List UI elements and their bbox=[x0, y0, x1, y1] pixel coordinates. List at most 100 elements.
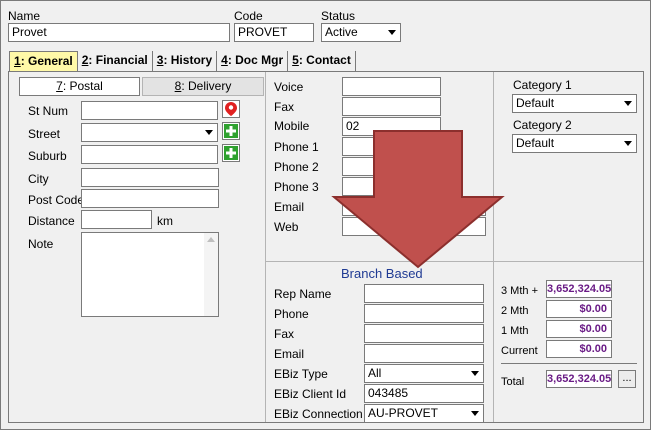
city-label: City bbox=[28, 172, 49, 186]
city-input[interactable] bbox=[81, 168, 219, 187]
aging-3mth-value: 3,652,324.05 bbox=[546, 280, 612, 298]
suburb-input[interactable] bbox=[81, 145, 218, 164]
name-input[interactable]: Provet bbox=[8, 23, 230, 42]
subtab-postal-key: 7 bbox=[56, 79, 63, 93]
category2-select[interactable]: Default bbox=[512, 134, 637, 153]
tab-doc-mgr[interactable]: 4: Doc Mgr bbox=[217, 51, 289, 71]
st-num-label: St Num bbox=[28, 104, 69, 118]
tab-history-label: : History bbox=[163, 53, 213, 67]
category1-value: Default bbox=[516, 96, 555, 110]
total-divider bbox=[501, 363, 637, 364]
phone3-label: Phone 3 bbox=[274, 180, 319, 194]
subtab-delivery[interactable]: 8: Delivery bbox=[142, 77, 264, 96]
aging-1mth-value: $0.00 bbox=[546, 320, 612, 338]
suburb-label: Suburb bbox=[28, 149, 67, 163]
status-select[interactable]: Active bbox=[321, 23, 401, 42]
fax-input[interactable] bbox=[342, 97, 441, 116]
ebiz-connection-select[interactable]: AU-PROVET bbox=[364, 404, 484, 423]
voice-label: Voice bbox=[274, 80, 304, 94]
aging-current-label: Current bbox=[501, 345, 538, 357]
ebiz-client-id-input[interactable]: 043485 bbox=[364, 384, 484, 403]
voice-input[interactable] bbox=[342, 77, 441, 96]
tab-doc-mgr-key: 4 bbox=[221, 53, 228, 67]
branch-fax-input[interactable] bbox=[364, 324, 484, 343]
distance-input[interactable] bbox=[81, 210, 152, 229]
tab-general-key: 1 bbox=[14, 54, 21, 68]
category2-label: Category 2 bbox=[513, 118, 572, 132]
aging-1mth-label: 1 Mth bbox=[501, 325, 529, 337]
post-code-input[interactable] bbox=[81, 189, 219, 208]
aging-total-value: 3,652,324.05 bbox=[546, 370, 612, 388]
plus-icon bbox=[224, 124, 238, 138]
code-input[interactable]: PROVET bbox=[234, 23, 314, 42]
note-textarea[interactable] bbox=[81, 232, 219, 317]
main-tabs: 1: General 2: Financial 3: History 4: Do… bbox=[9, 51, 356, 71]
scroll-up-icon bbox=[207, 237, 215, 242]
add-street-button[interactable] bbox=[222, 122, 240, 140]
tab-financial[interactable]: 2: Financial bbox=[78, 51, 153, 71]
chevron-down-icon bbox=[384, 24, 400, 41]
street-label: Street bbox=[28, 127, 61, 141]
branch-phone-label: Phone bbox=[274, 307, 309, 321]
aging-2mth-label: 2 Mth bbox=[501, 305, 529, 317]
status-label: Status bbox=[321, 9, 356, 23]
rep-name-input[interactable] bbox=[364, 284, 484, 303]
chevron-down-icon bbox=[620, 135, 636, 152]
chevron-down-icon bbox=[201, 124, 217, 141]
ebiz-client-id-label: EBiz Client Id bbox=[274, 387, 347, 401]
tab-financial-label: : Financial bbox=[88, 53, 148, 67]
status-select-value: Active bbox=[325, 25, 358, 39]
total-details-button[interactable]: ... bbox=[618, 370, 636, 388]
tab-general[interactable]: 1: General bbox=[9, 51, 78, 71]
ebiz-type-label: EBiz Type bbox=[274, 367, 328, 381]
column-divider-1 bbox=[265, 72, 266, 422]
chevron-down-icon bbox=[620, 95, 636, 112]
add-suburb-button[interactable] bbox=[222, 144, 240, 162]
name-label: Name bbox=[8, 9, 41, 23]
aging-current-value: $0.00 bbox=[546, 340, 612, 358]
ebiz-type-select[interactable]: All bbox=[364, 364, 484, 383]
customer-form-window: Name Provet Code PROVET Status Active 1:… bbox=[0, 0, 651, 430]
category1-select[interactable]: Default bbox=[512, 94, 637, 113]
ebiz-connection-label: EBiz Connection bbox=[274, 407, 363, 421]
section-divider-category bbox=[494, 261, 643, 262]
subtab-postal[interactable]: 7: Postal bbox=[19, 77, 140, 96]
aging-total-label: Total bbox=[501, 376, 525, 388]
tab-contact-key: 5 bbox=[292, 53, 299, 67]
fax-label: Fax bbox=[274, 100, 295, 114]
mobile-label: Mobile bbox=[274, 119, 310, 133]
subtab-delivery-label: : Delivery bbox=[181, 79, 232, 93]
post-code-label: Post Code bbox=[28, 193, 85, 207]
street-select[interactable] bbox=[81, 123, 218, 142]
plus-icon bbox=[224, 146, 238, 160]
branch-email-input[interactable] bbox=[364, 344, 484, 363]
tab-doc-mgr-label: : Doc Mgr bbox=[227, 53, 284, 67]
chevron-down-icon bbox=[467, 365, 483, 382]
branch-phone-input[interactable] bbox=[364, 304, 484, 323]
branch-fax-label: Fax bbox=[274, 327, 295, 341]
map-pin-icon[interactable] bbox=[222, 100, 240, 118]
tab-contact[interactable]: 5: Contact bbox=[288, 51, 356, 71]
code-label: Code bbox=[234, 9, 263, 23]
down-arrow-annotation-icon bbox=[331, 130, 505, 269]
note-scrollbar[interactable] bbox=[204, 233, 218, 316]
tab-general-label: : General bbox=[20, 54, 73, 68]
category1-label: Category 1 bbox=[513, 78, 572, 92]
distance-unit: km bbox=[157, 214, 173, 228]
distance-label: Distance bbox=[28, 214, 75, 228]
chevron-down-icon bbox=[467, 405, 483, 422]
aging-2mth-value: $0.00 bbox=[546, 300, 612, 318]
branch-email-label: Email bbox=[274, 347, 305, 361]
note-label: Note bbox=[28, 237, 54, 251]
tab-history[interactable]: 3: History bbox=[153, 51, 218, 71]
phone2-label: Phone 2 bbox=[274, 160, 319, 174]
subtab-postal-label: : Postal bbox=[62, 79, 103, 93]
ebiz-type-value: All bbox=[368, 366, 382, 380]
tab-contact-label: : Contact bbox=[298, 53, 351, 67]
phone1-label: Phone 1 bbox=[274, 140, 319, 154]
email-label: Email bbox=[274, 200, 305, 214]
ebiz-connection-value: AU-PROVET bbox=[368, 406, 439, 420]
aging-3mth-label: 3 Mth + bbox=[501, 285, 538, 297]
st-num-input[interactable] bbox=[81, 101, 218, 120]
web-label: Web bbox=[274, 220, 299, 234]
